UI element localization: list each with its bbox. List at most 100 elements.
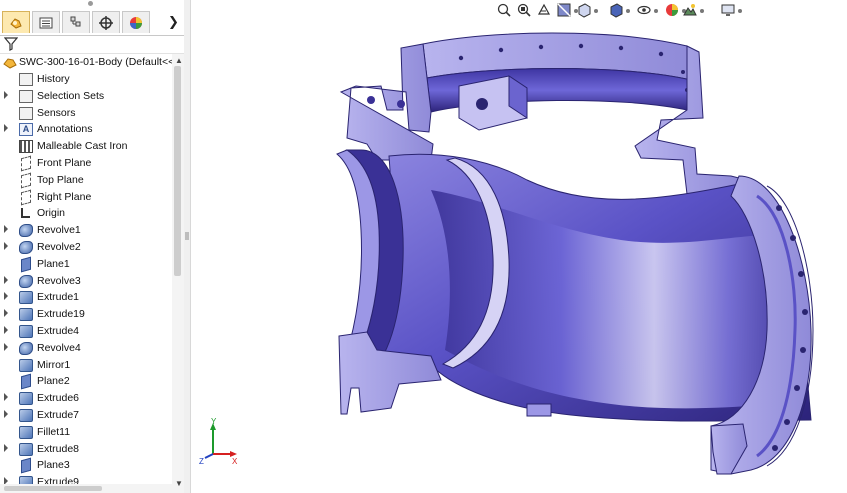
- origin-icon: [21, 208, 30, 219]
- tree-item-label: Top Plane: [37, 173, 84, 186]
- tree-item-label: Right Plane: [37, 190, 92, 203]
- tree-item-revolve4[interactable]: Revolve4: [0, 340, 172, 357]
- expand-arrow-icon[interactable]: [4, 443, 8, 452]
- scroll-thumb[interactable]: [174, 66, 181, 276]
- tree-item-plane2[interactable]: Plane2: [0, 373, 172, 390]
- tree-item-mirror1[interactable]: Mirror1: [0, 357, 172, 374]
- tree-item-extrude4[interactable]: Extrude4: [0, 323, 172, 340]
- tree-item-label: Annotations: [37, 123, 93, 136]
- left-neck-section: [339, 43, 434, 161]
- tree-item-label: Extrude6: [37, 392, 80, 405]
- tree-item-revolve2[interactable]: Revolve2: [0, 239, 172, 256]
- tree-item-extrude19[interactable]: Extrude19: [0, 306, 172, 323]
- expand-arrow-icon[interactable]: [4, 410, 8, 418]
- expand-arrow-icon[interactable]: [4, 292, 8, 301]
- scroll-down-arrow-icon[interactable]: ▼: [175, 479, 183, 488]
- configuration-manager-tab[interactable]: [62, 11, 90, 33]
- panel-grip[interactable]: [0, 0, 184, 7]
- feature-manager-icon: [10, 17, 22, 29]
- tree-item-fillet11[interactable]: Fillet11: [0, 424, 172, 441]
- expand-arrow-icon[interactable]: [4, 124, 8, 133]
- ref-plane-icon: [21, 256, 31, 273]
- mirror-icon: [19, 358, 33, 372]
- extrude-icon: [19, 291, 33, 305]
- display-manager-tab[interactable]: [122, 11, 150, 33]
- tree-item-label: Revolve3: [37, 274, 81, 287]
- filter-icon: [4, 37, 18, 51]
- ref-plane-icon: [21, 458, 31, 474]
- selection-sets-icon: [19, 89, 33, 103]
- revolve-icon: [19, 241, 33, 254]
- tree-item-revolve1[interactable]: Revolve1: [0, 222, 172, 239]
- extrude-icon: [19, 409, 33, 422]
- annotations-icon: A: [19, 123, 33, 137]
- triad-z-label: Z: [199, 457, 204, 466]
- reference-triad: Y X Z: [199, 418, 238, 466]
- tree-item-top-plane[interactable]: Top Plane: [0, 172, 172, 189]
- tree-item-front-plane[interactable]: Front Plane: [0, 155, 172, 172]
- triad-y-label: Y: [211, 418, 217, 426]
- expand-arrow-icon[interactable]: [4, 309, 8, 318]
- tree-item-right-plane[interactable]: Right Plane: [0, 189, 172, 206]
- expand-arrow-icon[interactable]: [4, 275, 8, 284]
- tree-item-extrude8[interactable]: Extrude8: [0, 441, 172, 458]
- tree-item-label: Front Plane: [37, 157, 92, 169]
- configuration-manager-icon: [70, 16, 81, 26]
- expand-arrow-icon[interactable]: [4, 225, 8, 234]
- tree-item-origin[interactable]: Origin: [0, 205, 172, 222]
- tree-item-annotations[interactable]: A Annotations: [0, 121, 172, 138]
- tree-item-malleable-cast-iron[interactable]: Malleable Cast Iron: [0, 138, 172, 155]
- valve-body-section-model[interactable]: [191, 0, 847, 493]
- sensors-icon: [19, 106, 33, 120]
- tree-item-label: Origin: [37, 207, 66, 220]
- property-manager-tab[interactable]: [32, 11, 60, 33]
- property-manager-icon: [39, 17, 53, 28]
- tree-item-label: Plane1: [37, 257, 70, 270]
- expand-arrow-icon[interactable]: [4, 90, 8, 99]
- extrude-icon: [19, 325, 33, 338]
- tree-root-label: SWC-300-16-01-Body (Default<<Defa: [19, 56, 172, 68]
- plane-icon: [21, 155, 31, 172]
- tree-item-label: Revolve2: [37, 241, 81, 253]
- tree-item-label: Selection Sets: [37, 89, 105, 102]
- expand-arrow-icon[interactable]: [4, 342, 8, 351]
- scroll-up-arrow-icon[interactable]: ▲: [175, 56, 183, 65]
- graphics-area[interactable]: Y X Z: [191, 0, 847, 493]
- feature-manager-tab[interactable]: [2, 11, 30, 33]
- tree-item-label: Mirror1: [37, 358, 71, 371]
- tree-item-extrude1[interactable]: Extrude1: [0, 289, 172, 306]
- tree-root-part[interactable]: SWC-300-16-01-Body (Default<<Defa: [0, 54, 172, 71]
- tree-item-sensors[interactable]: Sensors: [0, 105, 172, 122]
- expand-arrow-icon[interactable]: [4, 242, 8, 250]
- tree-item-label: Extrude4: [37, 325, 80, 337]
- tree-item-history[interactable]: History: [0, 71, 172, 88]
- tree-item-label: Plane2: [37, 375, 70, 388]
- display-manager-icon: [130, 16, 142, 29]
- extrude-icon: [19, 308, 33, 322]
- splitter-handle[interactable]: [185, 232, 189, 240]
- tree-item-revolve3[interactable]: Revolve3: [0, 273, 172, 290]
- dimxpert-icon: [99, 15, 113, 30]
- expand-tabs-chevron-icon[interactable]: ❯: [168, 14, 179, 30]
- tree-item-label: Malleable Cast Iron: [37, 140, 128, 153]
- tree-item-extrude7[interactable]: Extrude7: [0, 407, 172, 424]
- fillet-icon: [19, 425, 33, 439]
- tree-item-selection-sets[interactable]: Selection Sets: [0, 88, 172, 105]
- expand-arrow-icon[interactable]: [4, 393, 8, 402]
- history-folder-icon: [19, 73, 33, 86]
- panel-splitter[interactable]: [184, 0, 191, 493]
- extrude-icon: [19, 392, 33, 406]
- tree-horizontal-scrollbar[interactable]: [0, 484, 172, 493]
- expand-arrow-icon[interactable]: [4, 326, 8, 334]
- dimxpert-tab[interactable]: [92, 11, 120, 33]
- tree-item-label: Extrude19: [37, 308, 85, 321]
- tree-filter[interactable]: [0, 36, 184, 54]
- tree-vertical-scrollbar[interactable]: ▲ ▼: [172, 54, 184, 493]
- horizontal-scroll-thumb[interactable]: [4, 486, 102, 491]
- tree-item-extrude6[interactable]: Extrude6: [0, 390, 172, 407]
- tree-item-plane1[interactable]: Plane1: [0, 256, 172, 273]
- feature-tree: SWC-300-16-01-Body (Default<<Defa Histor…: [0, 54, 172, 493]
- tree-item-plane3[interactable]: Plane3: [0, 457, 172, 474]
- revolve-icon: [19, 224, 33, 238]
- extrude-icon: [19, 442, 33, 456]
